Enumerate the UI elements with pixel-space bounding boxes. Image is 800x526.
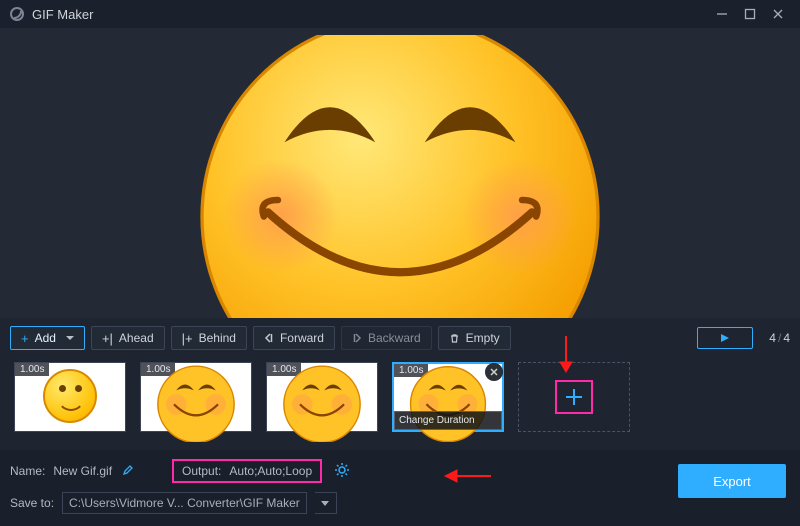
export-button[interactable]: Export [678,464,786,498]
behind-label: Behind [199,331,236,345]
preview-image [110,35,690,318]
total-frames: 4 [783,331,790,345]
window-title: GIF Maker [32,7,93,22]
forward-button[interactable]: Forward [253,326,335,350]
saveto-label: Save to: [10,496,54,510]
backward-button[interactable]: Backward [341,326,432,350]
plus-icon: + [21,331,29,346]
titlebar: GIF Maker [0,0,800,28]
output-settings-icon[interactable] [334,462,350,481]
add-frame-highlight [555,380,593,414]
minimize-button[interactable] [708,3,736,25]
backward-icon [352,333,362,343]
add-label: Add [35,331,56,345]
export-label: Export [713,474,751,489]
frame-counter: 4/4 [769,331,790,345]
backward-label: Backward [368,331,421,345]
annotation-arrow [443,468,493,484]
ahead-icon: +| [102,331,113,346]
thumb-image [15,363,125,431]
bottom-panel: Name: New Gif.gif Output: Auto;Auto;Loop… [0,450,800,526]
forward-label: Forward [280,331,324,345]
name-value: New Gif.gif [53,464,112,478]
saveto-dropdown-icon[interactable] [315,492,337,514]
current-frame: 4 [769,331,776,345]
frame-thumb[interactable]: 1.00s [140,362,252,432]
behind-button[interactable]: |+ Behind [171,326,247,350]
empty-button[interactable]: Empty [438,326,511,350]
app-logo-icon [10,7,24,21]
frame-thumb[interactable]: 1.00s [14,362,126,432]
frame-thumb[interactable]: 1.00s [266,362,378,432]
saveto-path[interactable]: C:\Users\Vidmore V... Converter\GIF Make… [62,492,307,514]
thumb-image [141,363,251,431]
preview-area [0,28,800,318]
behind-icon: |+ [182,331,193,346]
timeline-toolbar: + Add +| Ahead |+ Behind Forward Backwar… [0,318,800,356]
empty-label: Empty [466,331,500,345]
change-duration-button[interactable]: Change Duration [394,411,502,430]
add-button[interactable]: + Add [10,326,85,350]
plus-icon [563,386,585,408]
output-label: Output: [182,464,221,478]
output-value: Auto;Auto;Loop [229,464,312,478]
play-icon [720,333,730,343]
annotation-arrow [556,334,576,374]
frame-thumb-selected[interactable]: 1.00s Change Duration [392,362,504,432]
forward-icon [264,333,274,343]
trash-icon [449,333,460,344]
close-button[interactable] [764,3,792,25]
ahead-button[interactable]: +| Ahead [91,326,165,350]
name-label: Name: [10,464,45,478]
output-settings-highlight: Output: Auto;Auto;Loop [172,459,322,483]
play-button[interactable] [697,327,753,349]
maximize-button[interactable] [736,3,764,25]
ahead-label: Ahead [119,331,154,345]
thumb-image [267,363,377,431]
timeline-thumbs: 1.00s 1.00s 1.00s 1.00s [0,356,800,442]
edit-name-icon[interactable] [122,464,134,479]
